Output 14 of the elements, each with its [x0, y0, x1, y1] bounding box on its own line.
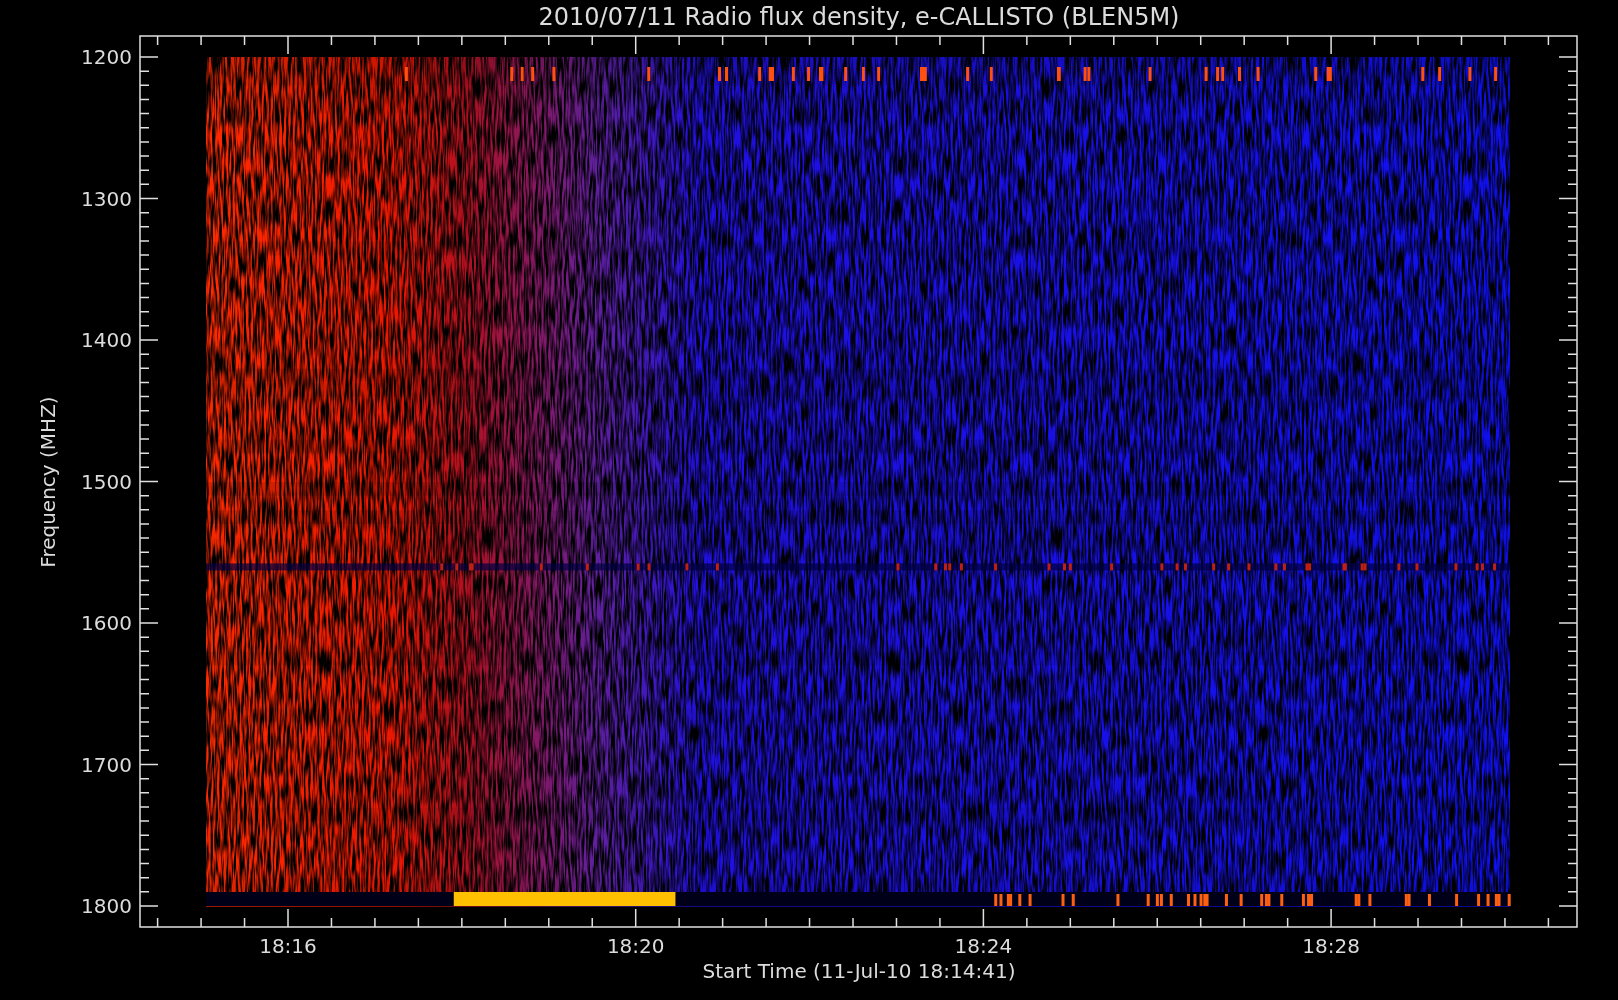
tick-label: 1200 [81, 45, 132, 69]
tick-label: 1600 [81, 611, 132, 635]
tick-label: 18:16 [259, 934, 317, 958]
axis-label: Start Time (11-Jul-10 18:14:41) [702, 959, 1016, 983]
axis-label: Frequency (MHZ) [36, 396, 60, 568]
tick-label: 1300 [81, 186, 132, 211]
tick-label: 18:24 [954, 934, 1013, 958]
tick-label: 18:20 [606, 934, 665, 958]
tick-label: 1500 [81, 469, 132, 494]
tick-label: 1800 [81, 894, 132, 918]
tick-label: 18:28 [1302, 934, 1360, 958]
tick-label: 1400 [81, 328, 132, 352]
tick-label: 1700 [81, 752, 132, 777]
plot-title: 2010/07/11 Radio flux density, e-CALLISTO (BLEN5M) [538, 3, 1180, 31]
